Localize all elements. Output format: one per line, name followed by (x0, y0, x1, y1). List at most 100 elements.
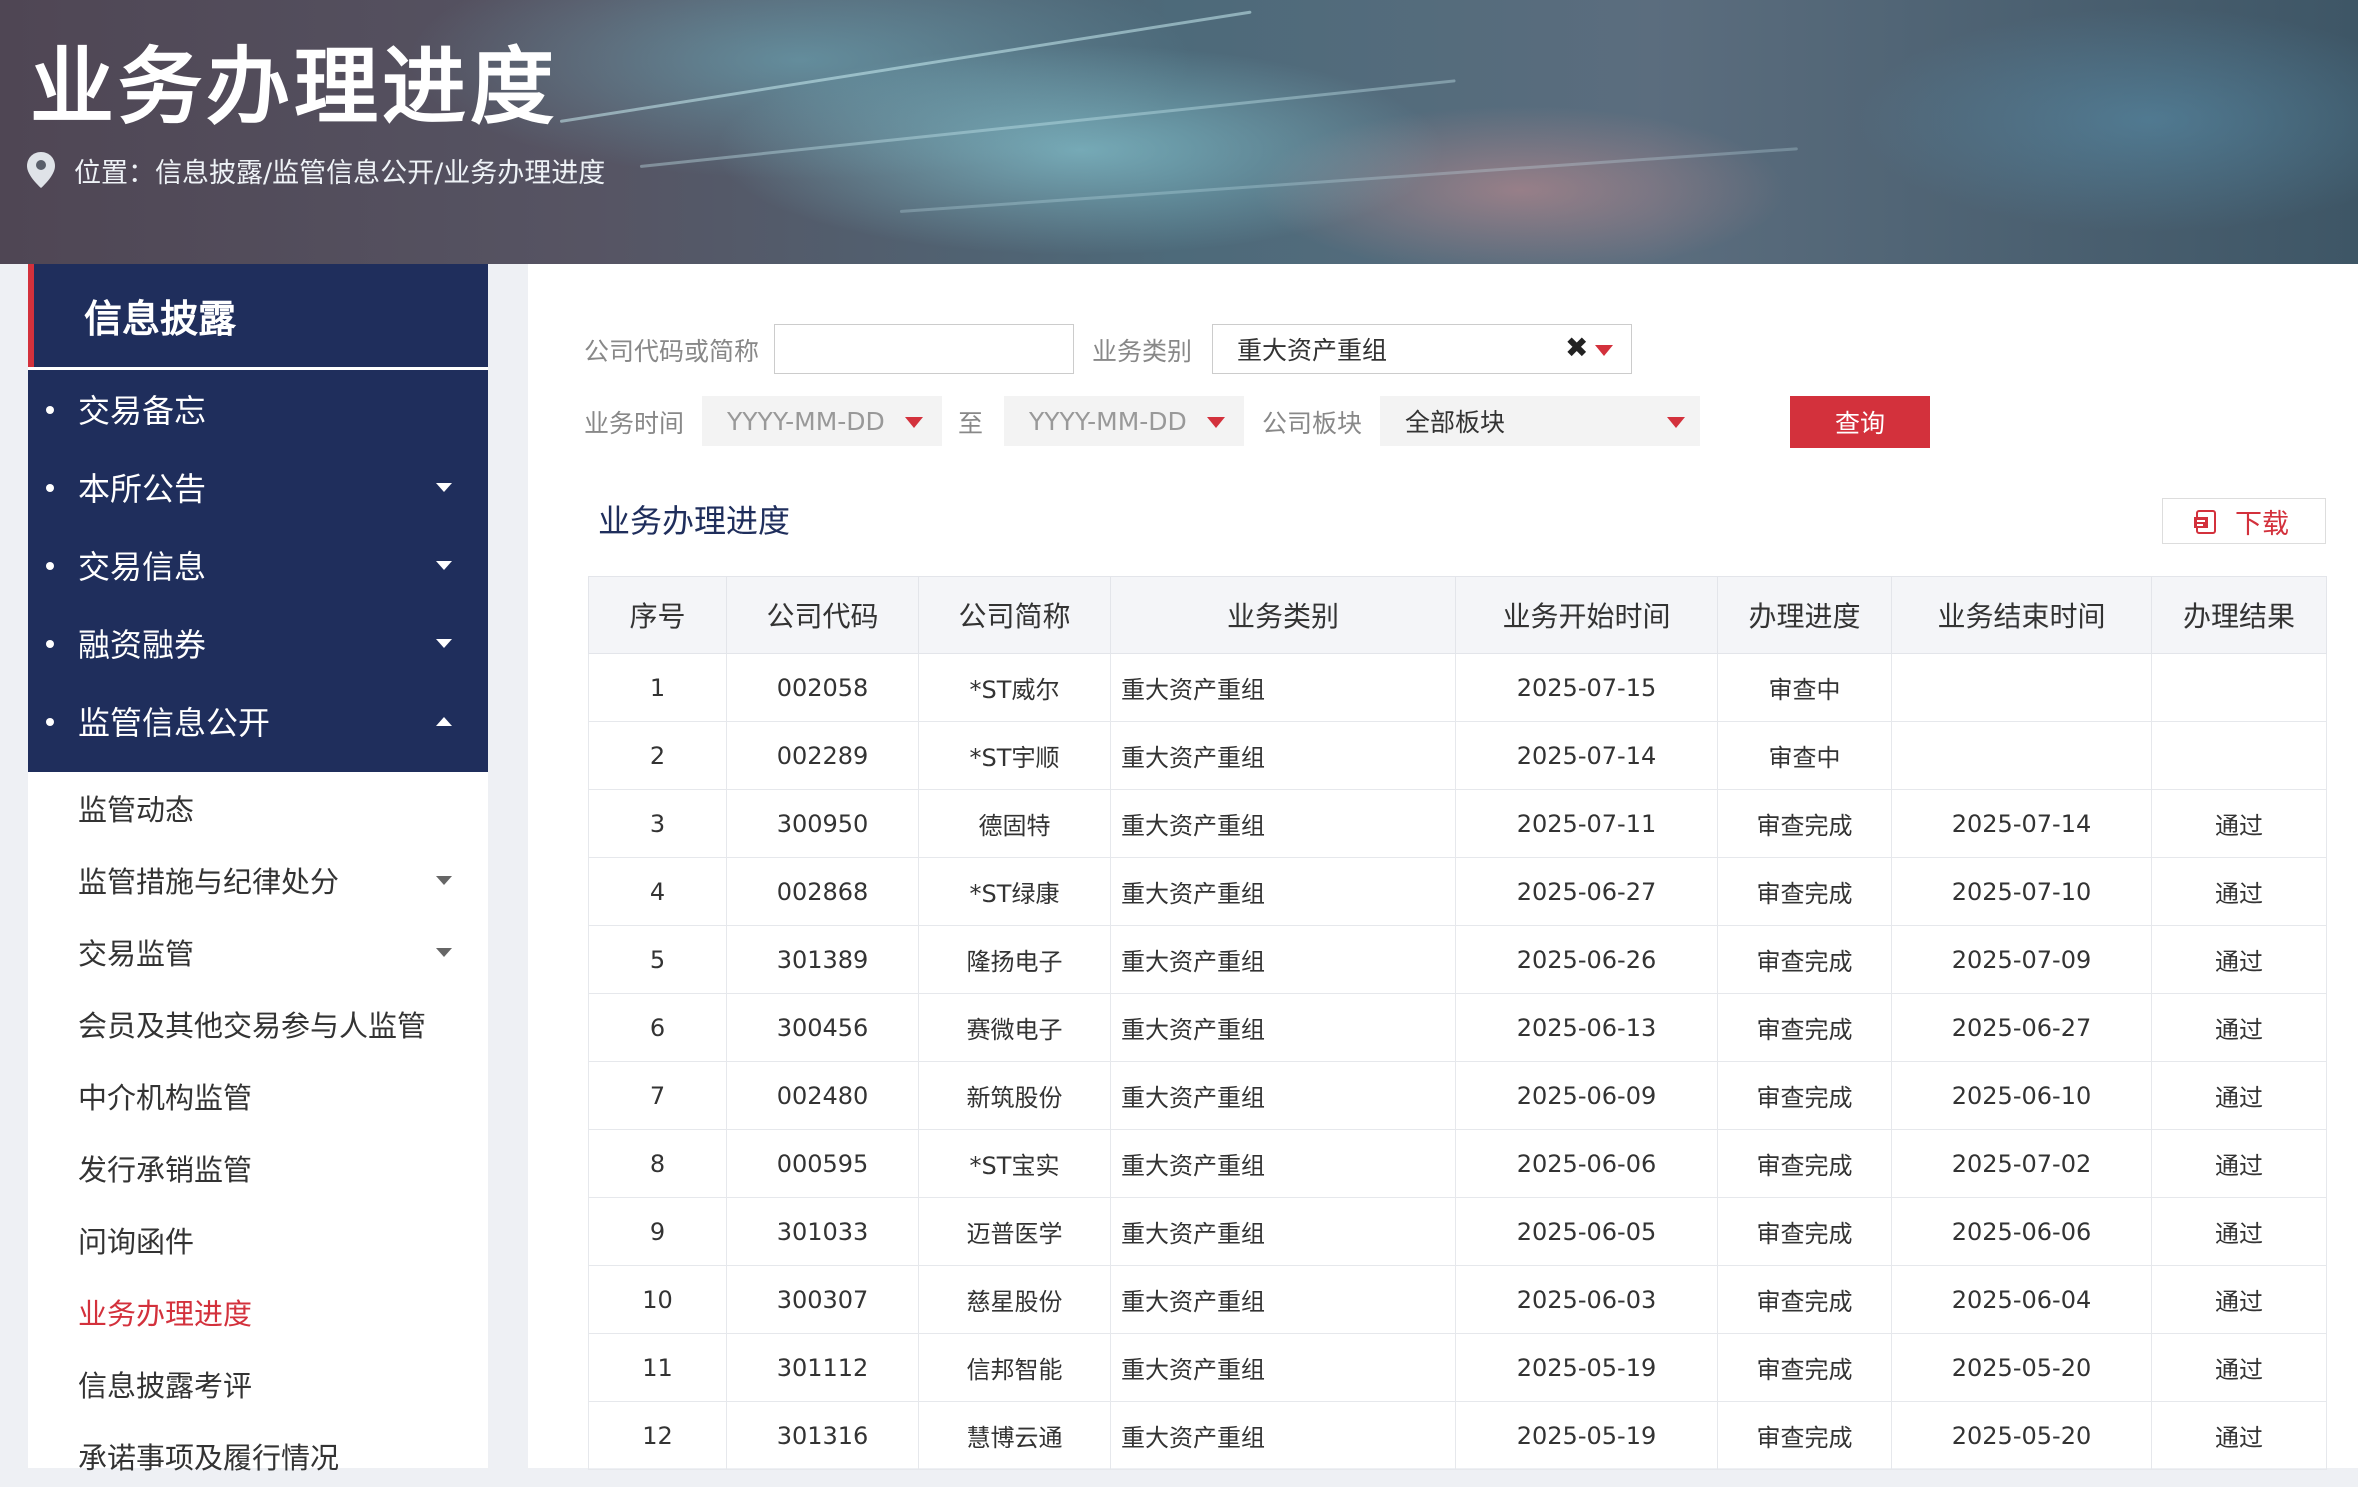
sidebar-subitem[interactable]: 信息披露考评 (28, 1353, 488, 1415)
cell-result: 通过 (2151, 1265, 2327, 1334)
cell-end-date: 2025-05-20 (1891, 1401, 2152, 1470)
bullet-icon (46, 562, 54, 570)
cell-end-date: 2025-07-09 (1891, 925, 2152, 994)
cell-result (2151, 653, 2327, 722)
cell-company-code: 301389 (726, 925, 919, 994)
chevron-up-icon (436, 716, 452, 726)
breadcrumb-path[interactable]: 信息披露/监管信息公开/业务办理进度 (155, 151, 605, 190)
chevron-down-icon (436, 875, 452, 885)
cell-biz-type: 重大资产重组 (1110, 857, 1456, 926)
cell-end-date: 2025-06-27 (1891, 993, 2152, 1062)
table-body: 1 002058 *ST威尔 重大资产重组 2025-07-15 审查中 2 0… (588, 653, 2327, 1470)
sidebar-item-label: 本所公告 (78, 470, 207, 508)
cell-start-date: 2025-05-19 (1455, 1333, 1718, 1402)
cell-index: 7 (588, 1061, 727, 1130)
sidebar-subitem[interactable]: 会员及其他交易参与人监管 (28, 993, 488, 1055)
cell-biz-type: 重大资产重组 (1110, 1129, 1456, 1198)
chevron-down-icon (436, 560, 452, 570)
table-row: 8 000595 *ST宝实 重大资产重组 2025-06-06 审查完成 20… (588, 1129, 2327, 1198)
cell-progress: 审查中 (1717, 721, 1892, 790)
biz-type-select[interactable]: 重大资产重组 ✖ (1212, 324, 1632, 374)
cell-company-code: 000595 (726, 1129, 919, 1198)
sidebar-subitem-active[interactable]: 业务办理进度 (28, 1281, 488, 1343)
cell-progress: 审查完成 (1717, 1129, 1892, 1198)
cell-progress: 审查完成 (1717, 1197, 1892, 1266)
sidebar-subitem[interactable]: 发行承销监管 (28, 1137, 488, 1199)
download-button[interactable]: 下载 (2162, 498, 2326, 544)
cell-end-date: 2025-06-10 (1891, 1061, 2152, 1130)
breadcrumb: 位置： 信息披露/监管信息公开/业务办理进度 (26, 150, 605, 190)
cell-end-date: 2025-06-06 (1891, 1197, 2152, 1266)
cell-progress: 审查完成 (1717, 1333, 1892, 1402)
sidebar: 信息披露 交易备忘 本所公告 交易信息 融资融券 监管信息公开 监管动态 监管措… (28, 264, 488, 1475)
sidebar-subitem[interactable]: 问询函件 (28, 1209, 488, 1271)
cell-start-date: 2025-06-09 (1455, 1061, 1718, 1130)
cell-company-name: 信邦智能 (918, 1333, 1111, 1402)
sidebar-subitem[interactable]: 监管措施与纪律处分 (28, 849, 488, 911)
table-row: 11 301112 信邦智能 重大资产重组 2025-05-19 审查完成 20… (588, 1333, 2327, 1402)
cell-end-date (1891, 721, 2152, 790)
cell-biz-type: 重大资产重组 (1110, 1265, 1456, 1334)
cell-company-name: 慧博云通 (918, 1401, 1111, 1470)
cell-start-date: 2025-07-11 (1455, 789, 1718, 858)
sidebar-subitem[interactable]: 交易监管 (28, 921, 488, 983)
sidebar-item-label: 监管信息公开 (78, 704, 271, 742)
company-search-input[interactable] (774, 324, 1074, 374)
board-select[interactable]: 全部板块 (1380, 396, 1700, 446)
sidebar-item-label: 交易信息 (78, 548, 207, 586)
table-row: 1 002058 *ST威尔 重大资产重组 2025-07-15 审查中 (588, 653, 2327, 722)
time-filter-label: 业务时间 (584, 409, 685, 438)
sidebar-item-trade-memo[interactable]: 交易备忘 (28, 370, 488, 448)
banner-decoration (899, 147, 1798, 213)
page-banner: 业务办理进度 位置： 信息披露/监管信息公开/业务办理进度 (0, 0, 2358, 264)
sidebar-subitem-label: 交易监管 (78, 937, 195, 971)
cell-index: 6 (588, 993, 727, 1062)
date-from-placeholder: YYYY-MM-DD (727, 406, 885, 436)
column-header: 序号 (588, 576, 727, 654)
cell-company-name: *ST威尔 (918, 653, 1111, 722)
date-range-separator: 至 (958, 409, 984, 438)
cell-biz-type: 重大资产重组 (1110, 1333, 1456, 1402)
sidebar-nav: 交易备忘 本所公告 交易信息 融资融券 监管信息公开 (28, 370, 488, 772)
main-panel: 公司代码或简称 业务类别 重大资产重组 ✖ 业务时间 YYYY-MM-DD 至 … (528, 264, 2358, 1470)
download-label: 下载 (2235, 508, 2289, 540)
chevron-down-icon (905, 417, 923, 428)
chevron-down-icon (436, 482, 452, 492)
table-row: 5 301389 隆扬电子 重大资产重组 2025-06-26 审查完成 202… (588, 925, 2327, 994)
sidebar-item-regulatory-info[interactable]: 监管信息公开 (28, 682, 488, 760)
sidebar-item-margin-trading[interactable]: 融资融券 (28, 604, 488, 682)
date-from-picker[interactable]: YYYY-MM-DD (702, 396, 942, 446)
table-row: 2 002289 *ST宇顺 重大资产重组 2025-07-14 审查中 (588, 721, 2327, 790)
query-button[interactable]: 查询 (1790, 396, 1930, 448)
column-header: 公司代码 (726, 576, 919, 654)
cell-progress: 审查完成 (1717, 857, 1892, 926)
sidebar-subitem-label: 业务办理进度 (78, 1297, 253, 1331)
sidebar-subitem[interactable]: 监管动态 (28, 777, 488, 839)
cell-progress: 审查完成 (1717, 1401, 1892, 1470)
cell-company-code: 300307 (726, 1265, 919, 1334)
sidebar-subitem-label: 发行承销监管 (78, 1153, 253, 1187)
date-to-placeholder: YYYY-MM-DD (1029, 406, 1187, 436)
cell-result: 通过 (2151, 1061, 2327, 1130)
cell-result: 通过 (2151, 857, 2327, 926)
column-header: 公司简称 (918, 576, 1111, 654)
date-to-picker[interactable]: YYYY-MM-DD (1004, 396, 1244, 446)
sidebar-subitem[interactable]: 中介机构监管 (28, 1065, 488, 1127)
bullet-icon (46, 484, 54, 492)
sidebar-item-label: 交易备忘 (78, 392, 207, 430)
cell-company-name: *ST宝实 (918, 1129, 1111, 1198)
cell-result: 通过 (2151, 925, 2327, 994)
sidebar-subitem[interactable]: 承诺事项及履行情况 (28, 1425, 488, 1487)
biz-type-value: 重大资产重组 (1237, 336, 1388, 365)
page-title: 业务办理进度 (30, 38, 559, 136)
cell-biz-type: 重大资产重组 (1110, 1197, 1456, 1266)
sidebar-item-trade-info[interactable]: 交易信息 (28, 526, 488, 604)
sidebar-item-announcements[interactable]: 本所公告 (28, 448, 488, 526)
sidebar-subitem-label: 监管动态 (78, 793, 195, 827)
bullet-icon (46, 640, 54, 648)
column-header: 业务结束时间 (1891, 576, 2152, 654)
cell-index: 5 (588, 925, 727, 994)
cell-end-date: 2025-05-20 (1891, 1333, 2152, 1402)
cell-result: 通过 (2151, 1401, 2327, 1470)
clear-icon[interactable]: ✖ (1565, 331, 1588, 364)
